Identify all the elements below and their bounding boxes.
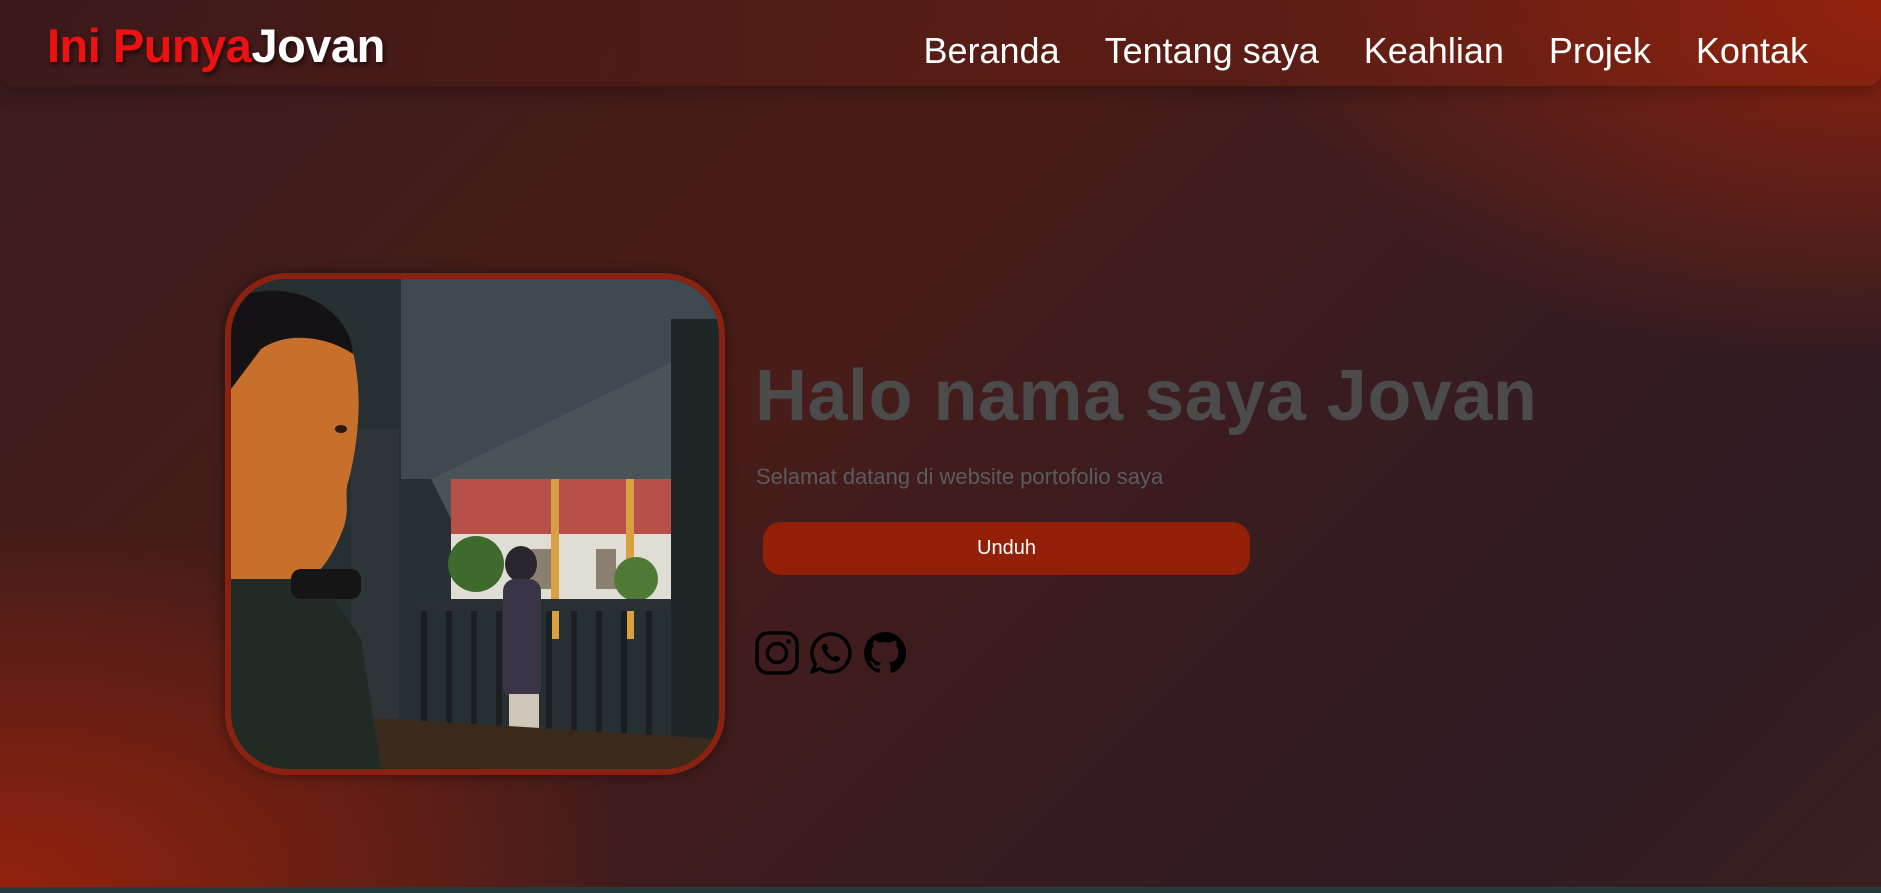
- main-nav: Beranda Tentang saya Keahlian Projek Kon…: [923, 30, 1808, 72]
- profile-photo: [225, 273, 725, 775]
- page-background: Ini PunyaJovan Beranda Tentang saya Keah…: [0, 0, 1881, 887]
- instagram-icon[interactable]: [754, 630, 800, 676]
- nav-link-tentang-saya[interactable]: Tentang saya: [1105, 30, 1319, 72]
- download-button[interactable]: Unduh: [763, 522, 1250, 575]
- logo-accent-text: Ini Punya: [47, 19, 252, 72]
- nav-link-kontak[interactable]: Kontak: [1696, 30, 1808, 72]
- nav-link-projek[interactable]: Projek: [1549, 30, 1651, 72]
- logo[interactable]: Ini PunyaJovan: [47, 18, 385, 73]
- nav-link-beranda[interactable]: Beranda: [923, 30, 1059, 72]
- github-icon[interactable]: [862, 630, 908, 676]
- social-links: [754, 630, 908, 676]
- whatsapp-icon[interactable]: [808, 630, 854, 676]
- navbar: Ini PunyaJovan Beranda Tentang saya Keah…: [0, 0, 1881, 86]
- hero-title: Halo nama saya Jovan: [755, 356, 1538, 436]
- nav-link-keahlian[interactable]: Keahlian: [1364, 30, 1504, 72]
- logo-name-text: Jovan: [251, 19, 385, 72]
- hero-subtitle: Selamat datang di website portofolio say…: [756, 464, 1164, 489]
